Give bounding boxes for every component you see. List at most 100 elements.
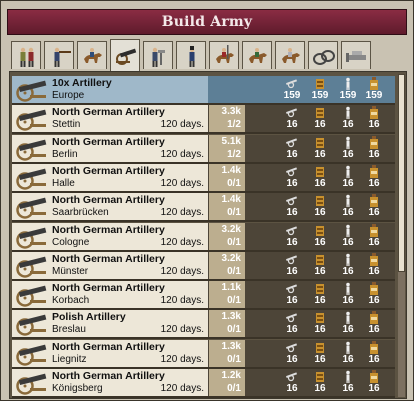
unit-location: Königsberg <box>52 383 103 394</box>
artillery-icon <box>14 283 48 307</box>
unit-cost: 1.2k <box>221 370 241 381</box>
build-time: 120 days. <box>160 119 204 131</box>
stat-value: 159 <box>283 90 301 101</box>
cost-box: 5.1k 1/2 <box>209 134 245 162</box>
tab-engineer[interactable] <box>143 41 173 69</box>
tab-guard-infantry[interactable] <box>176 41 206 69</box>
build-time: 120 days. <box>160 324 204 336</box>
stat-value: 16 <box>286 265 298 277</box>
stat-bottle: 16 <box>359 223 389 250</box>
unit-row[interactable]: North German Artillery Korbach 120 days. 1.… <box>12 281 395 311</box>
stat-ammunition-box: 16 <box>305 310 335 337</box>
stat-bottle: 16 <box>359 369 389 396</box>
unit-count: 0/1 <box>227 324 241 336</box>
unit-cost: 1.4k <box>221 194 241 206</box>
stat-crossed-cannon: 16 <box>277 164 307 191</box>
unit-row[interactable]: North German Artillery Saarbrücken 120 day… <box>12 193 395 223</box>
stat-bottle: 16 <box>359 105 389 132</box>
stat-crossed-cannon: 16 <box>277 193 307 220</box>
stat-bottle: 16 <box>359 135 389 162</box>
unit-row[interactable]: North German Artillery Liegnitz 120 days. 1… <box>12 339 395 369</box>
stat-value: 16 <box>314 295 326 307</box>
stat-value: 16 <box>286 207 298 219</box>
build-time: 120 days. <box>160 148 204 160</box>
tab-lancer[interactable] <box>209 41 239 69</box>
artillery-icon <box>14 166 48 190</box>
unit-category-tabs <box>9 39 407 71</box>
stat-value: 16 <box>314 177 326 189</box>
tab-hussar[interactable] <box>242 41 272 69</box>
unit-cost: 3.3k <box>221 106 241 118</box>
scrollbar-thumb[interactable] <box>398 74 405 272</box>
unit-name: North German Artillery <box>52 340 165 353</box>
stat-value: 16 <box>368 383 380 394</box>
cost-box: 1.1k 0/1 <box>209 281 245 309</box>
unit-location: Korbach <box>52 295 90 307</box>
scrollbar[interactable] <box>398 74 405 397</box>
unit-location: Münster <box>52 265 89 277</box>
stat-value: 16 <box>286 295 298 307</box>
unit-name: North German Artillery <box>52 282 165 295</box>
unit-count: 0/1 <box>227 295 241 307</box>
window-title: Build Army <box>7 9 407 35</box>
stat-value: 16 <box>286 353 298 365</box>
stat-bottle: 159 <box>359 76 389 103</box>
tab-supply[interactable] <box>308 41 338 69</box>
stat-value: 16 <box>368 177 380 189</box>
unit-location: Halle <box>52 177 75 189</box>
tab-cavalry[interactable] <box>77 41 107 69</box>
stat-value: 16 <box>314 148 326 160</box>
stat-value: 16 <box>314 236 326 248</box>
stat-value: 16 <box>314 324 326 336</box>
stat-value: 16 <box>368 119 380 131</box>
cost-box: 3.3k 1/2 <box>209 105 245 133</box>
unit-location: Breslau <box>52 324 86 336</box>
stat-crossed-cannon: 16 <box>277 223 307 250</box>
build-time: 120 days. <box>160 353 204 365</box>
stat-bottle: 16 <box>359 340 389 367</box>
tab-cuirassier[interactable] <box>275 41 305 69</box>
stat-bottle: 16 <box>359 310 389 337</box>
unit-cost: 1.4k <box>221 164 241 176</box>
cost-box: 1.3k 0/1 <box>209 339 245 367</box>
unit-location: Stettin <box>52 119 81 131</box>
unit-row[interactable]: 10x Artillery Europe 159 159 159 159 <box>12 76 395 105</box>
tab-infantry-pair[interactable] <box>11 41 41 69</box>
unit-location: Europe <box>52 90 85 101</box>
artillery-icon <box>14 225 48 249</box>
stat-value: 159 <box>311 90 329 101</box>
artillery-icon <box>14 312 48 337</box>
unit-list: 10x Artillery Europe 159 159 159 159 North Ger… <box>9 71 407 399</box>
unit-row[interactable]: North German Artillery Königsberg 120 days… <box>12 369 395 398</box>
unit-name: North German Artillery <box>52 252 165 265</box>
build-time: 120 days. <box>160 236 204 248</box>
artillery-icon <box>14 137 48 161</box>
unit-cost: 5.1k <box>221 135 241 147</box>
stat-value: 16 <box>314 207 326 219</box>
unit-location: Cologne <box>52 236 90 248</box>
unit-name: North German Artillery <box>52 135 165 148</box>
artillery-icon <box>14 371 48 395</box>
unit-row[interactable]: North German Artillery Cologne 120 days. 3.… <box>12 222 395 252</box>
unit-row[interactable]: Polish Artillery Breslau 120 days. 1.3k 0/1 1… <box>12 310 395 340</box>
unit-row[interactable]: North German Artillery Stettin 120 days. 3.… <box>12 105 395 135</box>
stat-crossed-cannon: 16 <box>277 135 307 162</box>
unit-count: 0/1 <box>227 207 241 219</box>
unit-count: 1/2 <box>227 148 241 160</box>
tab-balloon[interactable] <box>341 41 371 69</box>
build-time: 120 days. <box>160 295 204 307</box>
stat-bottle: 16 <box>359 252 389 279</box>
unit-location: Liegnitz <box>52 353 87 365</box>
artillery-icon <box>14 107 48 132</box>
tab-skirmisher[interactable] <box>44 41 74 69</box>
stat-value: 16 <box>286 383 298 394</box>
unit-row[interactable]: North German Artillery Berlin 120 days. 5.1… <box>12 134 395 164</box>
unit-count: 0/1 <box>227 177 241 189</box>
unit-row[interactable]: North German Artillery Halle 120 days. 1.4k… <box>12 163 395 193</box>
tab-artillery[interactable] <box>110 39 140 71</box>
build-time: 120 days. <box>160 177 204 189</box>
stat-value: 16 <box>286 177 298 189</box>
unit-row[interactable]: North German Artillery Münster 120 days. 3.… <box>12 251 395 281</box>
artillery-icon <box>14 78 48 102</box>
cost-box: 1.4k 0/1 <box>209 163 245 191</box>
